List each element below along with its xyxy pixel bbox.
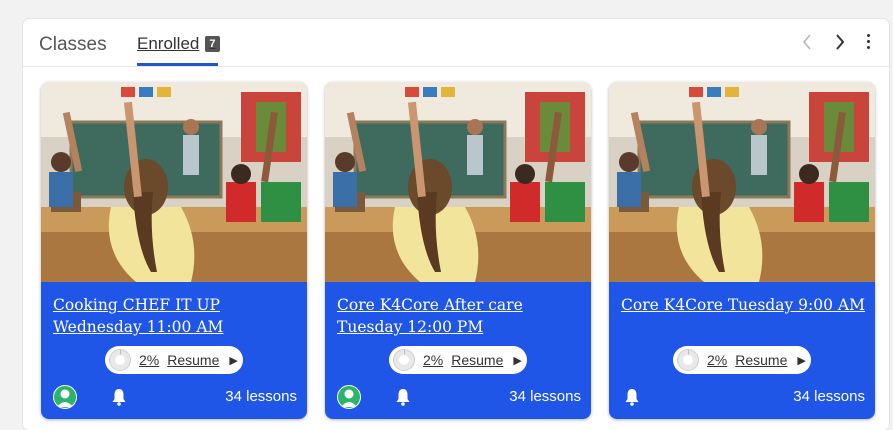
play-icon: ▶ xyxy=(513,354,522,367)
card-footer: 34 lessons xyxy=(621,385,865,409)
card-footer: 34 lessons xyxy=(337,385,581,409)
play-icon: ▶ xyxy=(797,354,806,367)
enrolled-count-badge: 7 xyxy=(205,36,220,52)
avatar[interactable] xyxy=(53,385,77,409)
tab-enrolled-label: Enrolled xyxy=(137,34,200,53)
active-tab-indicator xyxy=(137,63,218,66)
card-body: Cooking CHEF IT UP Wednesday 11:00 AM 2%… xyxy=(41,282,307,419)
bell-icon[interactable] xyxy=(111,388,127,406)
chevron-left-icon[interactable] xyxy=(801,33,813,57)
classroom-photo xyxy=(609,82,875,282)
bell-icon[interactable] xyxy=(624,388,640,406)
lesson-count: 34 lessons xyxy=(509,388,581,405)
chevron-right-icon[interactable] xyxy=(834,33,846,57)
classroom-photo xyxy=(325,82,591,282)
avatar[interactable] xyxy=(337,385,361,409)
more-vertical-icon[interactable] xyxy=(863,31,873,52)
progress-ring-icon xyxy=(393,349,415,371)
progress-percent: 2% xyxy=(139,352,160,368)
classes-panel: Classes Enrolled 7 Cooking CHEF IT UP We… xyxy=(23,19,889,430)
play-icon: ▶ xyxy=(229,354,238,367)
class-title-link[interactable]: Cooking CHEF IT UP Wednesday 11:00 AM xyxy=(53,294,297,338)
resume-label: Resume xyxy=(451,352,504,368)
panel-title: Classes xyxy=(39,34,107,55)
class-card[interactable]: Core K4Core Tuesday 9:00 AM 2% Resume ▶ … xyxy=(609,82,875,419)
class-title-link[interactable]: Core K4Core Tuesday 9:00 AM xyxy=(621,294,865,316)
progress-ring-icon xyxy=(109,349,131,371)
progress-percent: 2% xyxy=(707,352,728,368)
lesson-count: 34 lessons xyxy=(225,388,297,405)
resume-button[interactable]: 2% Resume ▶ xyxy=(673,346,811,374)
card-body: Core K4Core After care Tuesday 12:00 PM … xyxy=(325,282,591,419)
lesson-count: 34 lessons xyxy=(793,388,865,405)
classroom-photo xyxy=(41,82,307,282)
tab-enrolled[interactable]: Enrolled 7 xyxy=(137,34,220,54)
panel-edge xyxy=(883,67,889,430)
panel-header: Classes Enrolled 7 xyxy=(23,19,889,67)
bell-icon[interactable] xyxy=(395,388,411,406)
progress-ring-icon xyxy=(677,349,699,371)
class-card[interactable]: Cooking CHEF IT UP Wednesday 11:00 AM 2%… xyxy=(41,82,307,419)
progress-percent: 2% xyxy=(423,352,444,368)
resume-label: Resume xyxy=(167,352,220,368)
card-body: Core K4Core Tuesday 9:00 AM 2% Resume ▶ … xyxy=(609,282,875,419)
resume-label: Resume xyxy=(735,352,788,368)
class-title-link[interactable]: Core K4Core After care Tuesday 12:00 PM xyxy=(337,294,581,338)
resume-button[interactable]: 2% Resume ▶ xyxy=(105,346,243,374)
card-footer: 34 lessons xyxy=(53,385,297,409)
resume-button[interactable]: 2% Resume ▶ xyxy=(389,346,527,374)
class-card[interactable]: Core K4Core After care Tuesday 12:00 PM … xyxy=(325,82,591,419)
